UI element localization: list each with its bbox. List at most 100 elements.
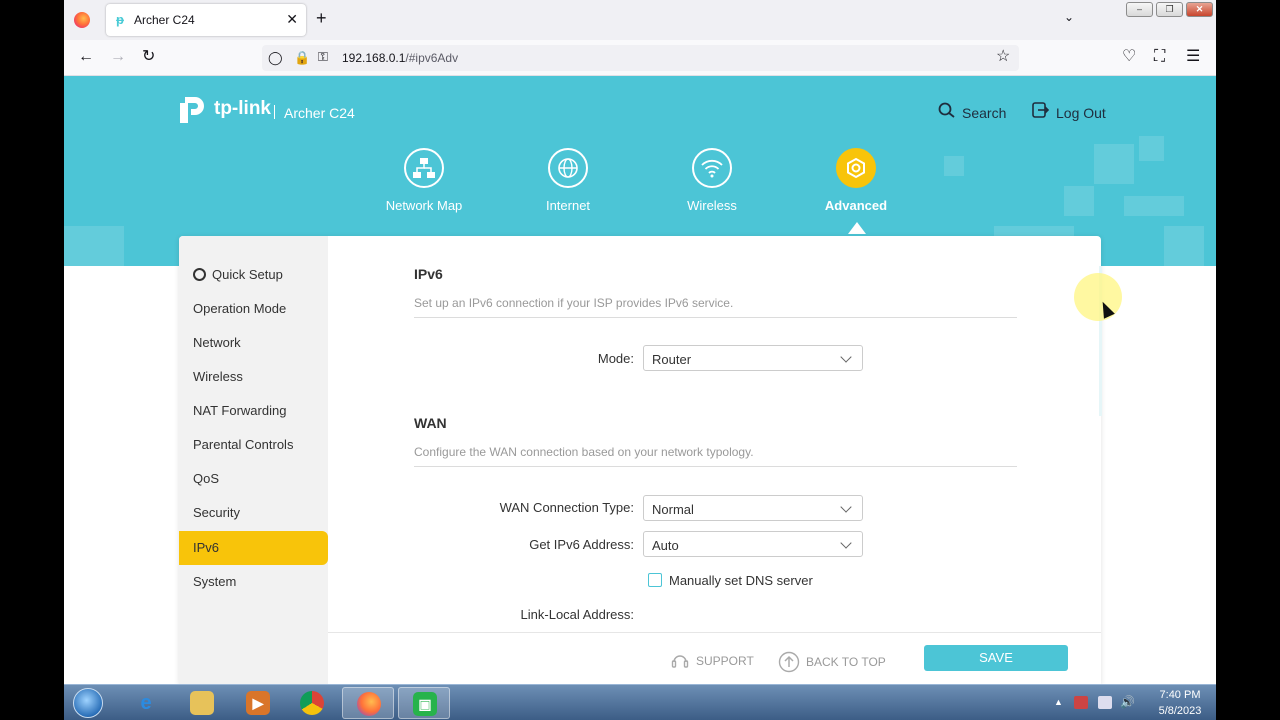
wifi-icon — [692, 148, 732, 188]
logout-icon — [1032, 102, 1050, 118]
get-ipv6-address-select[interactable]: Auto — [643, 531, 863, 557]
logout-button[interactable]: Log Out — [1032, 102, 1106, 121]
menu-icon[interactable]: ☰ — [1186, 48, 1200, 66]
taskbar-firefox[interactable] — [342, 687, 394, 719]
close-tab-icon[interactable]: ✕ — [286, 11, 298, 28]
section-divider — [414, 466, 1017, 467]
content-card: Quick Setup Operation Mode Network Wirel… — [179, 236, 1102, 684]
nav-label: Advanced — [824, 198, 888, 213]
section-divider — [414, 317, 1017, 318]
headset-icon — [671, 655, 689, 668]
manual-dns-label[interactable]: Manually set DNS server — [669, 573, 813, 588]
tab-bar: ᵽ Archer C24 ✕ + ⌄ – ❐ ✕ — [64, 0, 1216, 40]
url-bar[interactable]: ◯ 🔒 ⚿ 192.168.0.1/#ipv6Adv ☆ — [262, 45, 1019, 71]
nav-internet[interactable]: Internet — [513, 148, 623, 213]
network-icon[interactable] — [1098, 696, 1112, 709]
browser-tab[interactable]: ᵽ Archer C24 ✕ — [106, 4, 306, 36]
taskbar-chrome[interactable] — [286, 687, 338, 719]
taskbar-screen-capture[interactable]: ▣ — [398, 687, 450, 719]
nav-wireless[interactable]: Wireless — [657, 148, 767, 213]
get-ipv6-address-label: Get IPv6 Address: — [529, 537, 634, 552]
brand-logo-text: tp-link — [214, 98, 271, 119]
sidebar-item-network[interactable]: Network — [179, 326, 328, 360]
sidebar-item-ipv6[interactable]: IPv6 — [179, 531, 328, 565]
desktop-screen: ᵽ Archer C24 ✕ + ⌄ – ❐ ✕ ← → ↻ ◯ 🔒 ⚿ 192… — [0, 0, 1280, 720]
sidebar-item-wireless[interactable]: Wireless — [179, 360, 328, 394]
sidebar-item-security[interactable]: Security — [179, 496, 328, 530]
advanced-sidebar: Quick Setup Operation Mode Network Wirel… — [179, 236, 328, 684]
arrow-up-circle-icon — [778, 651, 800, 673]
clock-date[interactable]: 5/8/2023 — [1150, 705, 1210, 717]
model-name: Archer C24 — [284, 105, 355, 121]
sidebar-item-system[interactable]: System — [179, 565, 328, 599]
quick-setup-icon — [193, 268, 206, 281]
manual-dns-checkbox[interactable] — [648, 573, 662, 587]
taskbar-media-player[interactable]: ▶ — [232, 687, 284, 719]
chevron-down-icon[interactable]: ⌄ — [1064, 10, 1074, 24]
link-local-address-label: Link-Local Address: — [520, 607, 634, 622]
cursor-highlight — [1074, 273, 1122, 321]
wan-section-title: WAN — [414, 415, 447, 431]
bookmark-star-icon[interactable]: ☆ — [996, 48, 1010, 66]
search-button[interactable]: Search — [938, 102, 1006, 121]
sidebar-item-operation-mode[interactable]: Operation Mode — [179, 292, 328, 326]
back-arrow-icon[interactable]: ← — [78, 48, 94, 66]
tracking-shield-icon[interactable]: ◯ — [268, 49, 283, 67]
globe-icon — [548, 148, 588, 188]
permissions-key-icon[interactable]: ⚿ — [318, 48, 328, 66]
minimize-button[interactable]: – — [1126, 2, 1153, 17]
back-to-top-link[interactable]: BACK TO TOP — [778, 651, 886, 673]
chrome-icon — [300, 691, 324, 715]
wan-connection-type-select[interactable]: Normal — [643, 495, 863, 521]
browser-window: ᵽ Archer C24 ✕ + ⌄ – ❐ ✕ ← → ↻ ◯ 🔒 ⚿ 192… — [64, 0, 1216, 684]
start-button[interactable] — [73, 688, 103, 718]
firefox-icon — [357, 692, 381, 716]
sidebar-item-qos[interactable]: QoS — [179, 462, 328, 496]
ipv6-settings-panel: IPv6 Set up an IPv6 connection if your I… — [328, 236, 1101, 684]
logout-label: Log Out — [1056, 105, 1106, 121]
extensions-icon[interactable]: ⛶ — [1154, 48, 1165, 66]
taskbar-file-explorer[interactable] — [176, 687, 228, 719]
wan-section-description: Configure the WAN connection based on yo… — [414, 445, 754, 459]
taskbar-internet-explorer[interactable]: e — [120, 687, 172, 719]
mode-label: Mode: — [597, 351, 634, 366]
chevron-down-icon — [840, 501, 852, 513]
url-text[interactable]: 192.168.0.1/#ipv6Adv — [342, 51, 458, 65]
forward-arrow-icon[interactable]: → — [110, 48, 126, 66]
search-label: Search — [962, 105, 1007, 121]
sidebar-item-parental-controls[interactable]: Parental Controls — [179, 428, 328, 462]
nav-advanced[interactable]: Advanced — [801, 148, 911, 213]
sidebar-item-quick-setup[interactable]: Quick Setup — [179, 258, 328, 292]
action-center-flag-icon[interactable] — [1074, 696, 1088, 709]
pocket-icon[interactable]: ♡ — [1122, 48, 1136, 66]
ipv6-section-description: Set up an IPv6 connection if your ISP pr… — [414, 296, 734, 310]
nav-network-map[interactable]: Network Map — [369, 148, 479, 213]
internet-explorer-icon: e — [140, 692, 152, 714]
nav-label: Internet — [545, 198, 591, 213]
window-close-button[interactable]: ✕ — [1186, 2, 1213, 17]
save-button[interactable]: SAVE — [924, 645, 1068, 671]
chevron-down-icon — [840, 351, 852, 363]
new-tab-button[interactable]: + — [316, 8, 327, 29]
clock-time[interactable]: 7:40 PM — [1150, 689, 1210, 701]
nav-label: Wireless — [687, 198, 737, 213]
restore-button[interactable]: ❐ — [1156, 2, 1183, 17]
mode-select[interactable]: Router — [643, 345, 863, 371]
reload-icon[interactable]: ↻ — [142, 48, 155, 66]
nav-label: Network Map — [385, 198, 463, 213]
tplink-logo-icon — [180, 97, 204, 123]
ipv6-section-title: IPv6 — [414, 266, 443, 282]
firefox-icon[interactable] — [74, 12, 90, 28]
screen-capture-icon: ▣ — [413, 692, 437, 716]
wan-connection-type-value: Normal — [652, 502, 694, 517]
network-map-icon — [404, 148, 444, 188]
show-hidden-icons-icon[interactable]: ▲ — [1054, 697, 1063, 707]
tplink-favicon-icon: ᵽ — [116, 12, 124, 27]
volume-icon[interactable]: 🔊 — [1120, 696, 1135, 709]
insecure-lock-icon[interactable]: 🔒 — [294, 49, 310, 67]
navigation-bar: ← → ↻ ◯ 🔒 ⚿ 192.168.0.1/#ipv6Adv ☆ ♡ ⛶ ☰ — [64, 40, 1216, 76]
support-link[interactable]: SUPPORT — [670, 651, 754, 671]
router-admin-page: tp-link Archer C24 Search Log Out Networ… — [64, 76, 1216, 684]
sidebar-item-nat-forwarding[interactable]: NAT Forwarding — [179, 394, 328, 428]
wan-connection-type-label: WAN Connection Type: — [499, 500, 634, 515]
